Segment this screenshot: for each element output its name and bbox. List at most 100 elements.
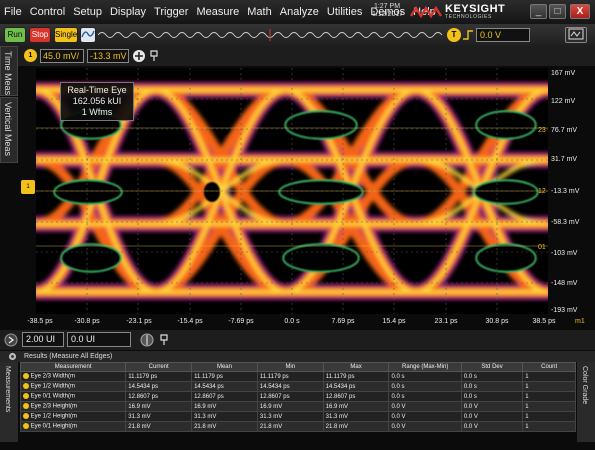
cell-current: 11.1179 ps	[125, 371, 193, 382]
cell-count: 1	[522, 411, 576, 422]
trigger-icon[interactable]: T	[447, 28, 461, 42]
timebase-position-field[interactable]: 0.0 UI	[67, 332, 131, 347]
channel-1-ground-marker[interactable]: 1	[21, 180, 35, 194]
col-count[interactable]: Count	[522, 362, 576, 372]
clock: 1:27 PM 1/12/2017	[372, 3, 403, 19]
cell-current: 14.5434 ps	[125, 381, 193, 392]
x-label-8: 23.1 ps	[434, 318, 458, 325]
col-current[interactable]: Current	[125, 362, 193, 372]
results-settings-icon[interactable]	[8, 352, 17, 361]
cell-mean: 11.1179 ps	[191, 371, 258, 382]
close-button[interactable]: X	[570, 4, 590, 19]
timebase-pin-icon[interactable]	[158, 333, 170, 347]
y-label-5: -58.3 mV	[551, 219, 580, 226]
x-label-2: -23.1 ps	[126, 318, 152, 325]
menu-math[interactable]: Math	[243, 0, 275, 24]
vertical-scale-field[interactable]: 45.0 mV/	[40, 49, 84, 63]
autoscale-button[interactable]	[80, 27, 96, 43]
timebase-scale-field[interactable]: 2.00 UI	[22, 332, 64, 347]
menu-display[interactable]: Display	[106, 0, 150, 24]
scope-view-button[interactable]	[565, 27, 587, 43]
cell-max: 12.8607 ps	[322, 391, 390, 402]
col-std-dev[interactable]: Std Dev	[460, 362, 524, 372]
vertical-offset-field[interactable]: -13.3 mV	[87, 49, 129, 63]
cell-measurement: Eye 2/3 Width(m	[19, 371, 127, 382]
tab-time-meas[interactable]: Time Meas	[0, 46, 18, 96]
trigger-edge-icon[interactable]	[462, 29, 474, 41]
y-label-3: 31.7 mV	[551, 156, 578, 163]
menu-control[interactable]: Control	[26, 0, 69, 24]
table-row[interactable]: Eye 0/1 Width(m 12.8607 ps 12.8607 ps 12…	[19, 391, 576, 402]
timebase-icon[interactable]	[4, 333, 18, 347]
tab-vertical-meas[interactable]: Vertical Meas	[0, 97, 18, 163]
cell-mean: 14.5434 ps	[191, 381, 258, 392]
stop-button[interactable]: Stop	[29, 27, 51, 43]
tab-color-grade[interactable]: Color Grade	[577, 362, 595, 442]
cell-measurement-name: Eye 0/1 Width(m	[30, 393, 76, 400]
table-row[interactable]: Eye 1/2 Width(m 14.5434 ps 14.5434 ps 14…	[19, 381, 576, 392]
cell-mean: 21.8 mV	[191, 421, 258, 432]
table-row[interactable]: Eye 2/3 Height(m 16.9 mV 16.9 mV 16.9 mV…	[19, 401, 576, 412]
autoscale-icon	[81, 30, 95, 38]
cell-measurement-name: Eye 0/1 Height(m	[30, 423, 78, 430]
minimize-button[interactable]: _	[530, 4, 547, 19]
menu-bar: File Control Setup Display Trigger Measu…	[0, 0, 595, 24]
cell-count: 1	[522, 401, 576, 412]
menu-setup[interactable]: Setup	[69, 0, 106, 24]
restore-button[interactable]: □	[549, 4, 566, 19]
x-label-10: 38.5 ps	[532, 318, 556, 325]
add-channel-icon[interactable]	[132, 49, 146, 63]
control-bar: Run Stop Single T 0.0 V	[0, 24, 595, 46]
y-label-4: -13.3 mV	[551, 188, 580, 195]
x-label-7: 15.4 ps	[382, 318, 406, 325]
channel-bar: 1 45.0 mV/ -13.3 mV	[0, 46, 595, 66]
x-label-4: -7.69 ps	[228, 318, 254, 325]
cell-min: 16.9 mV	[256, 401, 324, 412]
menu-measure[interactable]: Measure	[192, 0, 243, 24]
channel-dot-icon	[23, 423, 29, 430]
cell-measurement: Eye 0/1 Width(m	[19, 391, 127, 402]
run-button[interactable]: Run	[4, 27, 26, 43]
table-row[interactable]: Eye 2/3 Width(m 11.1179 ps 11.1179 ps 11…	[19, 371, 576, 382]
cell-count: 1	[522, 371, 576, 382]
tab-vertical-meas-label: Vertical Meas	[3, 102, 13, 157]
col-max[interactable]: Max	[322, 362, 390, 372]
keysight-logo: KEYSIGHT TECHNOLOGIES	[410, 4, 505, 20]
table-row[interactable]: Eye 1/2 Height(m 31.3 mV 31.3 mV 31.3 mV…	[19, 411, 576, 422]
cell-std-dev: 0.0 V	[460, 421, 524, 432]
pin-icon[interactable]	[148, 49, 160, 63]
cell-mean: 12.8607 ps	[191, 391, 258, 402]
cell-min: 31.3 mV	[256, 411, 324, 422]
y-label-8: -193 mV	[551, 307, 578, 314]
col-range[interactable]: Range (Max-Min)	[388, 362, 462, 372]
waveform-overview-strip[interactable]	[98, 29, 443, 41]
menu-file[interactable]: File	[0, 0, 26, 24]
cell-range: 0.0 V	[388, 411, 462, 422]
menu-trigger[interactable]: Trigger	[150, 0, 192, 24]
col-mean[interactable]: Mean	[191, 362, 258, 372]
cell-std-dev: 0.0 s	[460, 371, 524, 382]
cell-std-dev: 0.0 V	[460, 401, 524, 412]
channel-dot-icon	[23, 383, 29, 390]
eye-info-title: Real-Time Eye	[67, 85, 127, 95]
cell-std-dev: 0.0 s	[460, 381, 524, 392]
single-button[interactable]: Single	[54, 27, 78, 43]
cell-measurement: Eye 1/2 Width(m	[19, 381, 127, 392]
col-measurement[interactable]: Measurement	[19, 362, 127, 372]
brand-name: KEYSIGHT	[445, 3, 506, 15]
channel-1-icon[interactable]: 1	[24, 49, 37, 62]
channel-dot-icon	[23, 413, 29, 420]
cell-min: 12.8607 ps	[256, 391, 324, 402]
cell-max: 31.3 mV	[322, 411, 390, 422]
x-label-5: 0.0 s	[284, 318, 300, 325]
trigger-level-field[interactable]: 0.0 V	[476, 28, 530, 42]
tab-measurements[interactable]: Measurements	[0, 362, 18, 442]
y-label-0: 167 mV	[551, 70, 576, 77]
menu-utilities[interactable]: Utilities	[323, 0, 366, 24]
menu-analyze[interactable]: Analyze	[276, 0, 323, 24]
table-row[interactable]: Eye 0/1 Height(m 21.8 mV 21.8 mV 21.8 mV…	[19, 421, 576, 432]
cell-current: 21.8 mV	[125, 421, 193, 432]
marker-01-label: 01	[538, 244, 546, 251]
horizontal-knob-icon[interactable]	[140, 333, 154, 347]
col-min[interactable]: Min	[256, 362, 324, 372]
